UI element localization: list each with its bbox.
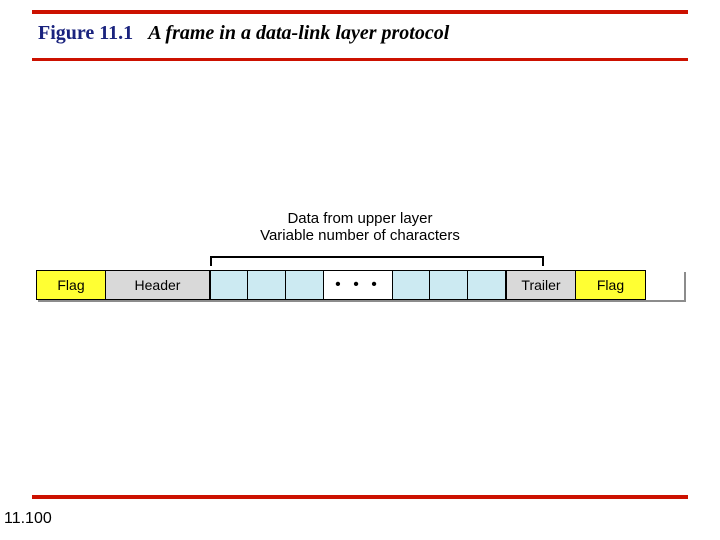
payload-byte [392,270,430,300]
payload-bytes-right [392,270,506,300]
payload-ellipsis: • • • [324,270,392,300]
payload-byte [286,270,324,300]
annotation-line-2: Variable number of characters [36,227,684,244]
page-number: 11.100 [4,510,52,528]
top-rule-thin [32,58,688,61]
payload-byte [248,270,286,300]
figure-number: Figure 11.1 [38,22,133,44]
figure-title: A frame in a data-link layer protocol [148,22,449,44]
field-flag-end: Flag [576,270,646,300]
field-flag-start: Flag [36,270,106,300]
figure-title-row: Figure 11.1 A frame in a data-link layer… [38,22,449,45]
payload-byte [468,270,506,300]
payload-annotation: Data from upper layer Variable number of… [36,210,684,264]
payload-bytes-left [210,270,324,300]
annotation-bracket [36,250,684,264]
payload-byte [210,270,248,300]
top-rule-thick [32,10,688,14]
field-trailer: Trailer [506,270,576,300]
frame-structure: Flag Header • • • Trailer Flag [36,270,684,300]
annotation-line-1: Data from upper layer [36,210,684,227]
frame-diagram: Data from upper layer Variable number of… [36,210,684,300]
bottom-rule [32,495,688,499]
payload-byte [430,270,468,300]
field-header: Header [106,270,210,300]
